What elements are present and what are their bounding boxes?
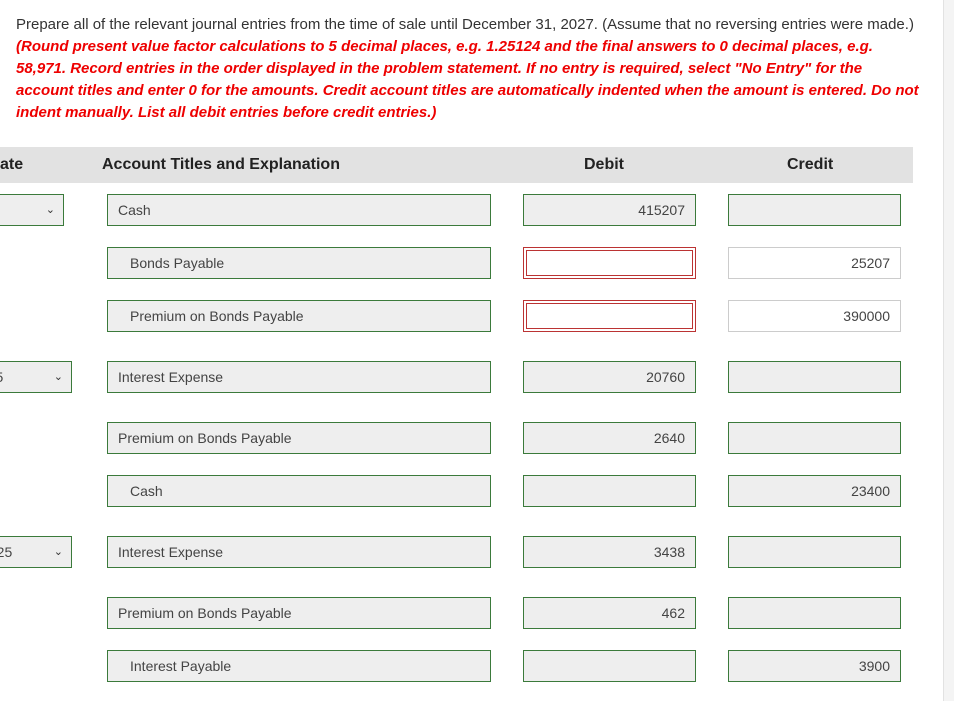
account-title-input[interactable]: Cash — [107, 475, 491, 507]
debit-input[interactable] — [523, 475, 696, 507]
account-title-input[interactable]: Premium on Bonds Payable — [107, 597, 491, 629]
chevron-down-icon: ⌄ — [53, 546, 63, 558]
table-row: 5⌄ Cash 415207 — [0, 194, 913, 226]
debit-input[interactable] — [523, 300, 696, 332]
account-title-input[interactable]: Interest Payable — [107, 650, 491, 682]
table-header: ate Account Titles and Explanation Debit… — [0, 147, 913, 183]
instructions-emphasis: (Round present value factor calculations… — [16, 38, 919, 121]
header-debit: Debit — [584, 156, 624, 173]
credit-input[interactable]: 390000 — [728, 300, 901, 332]
account-title-input[interactable]: Cash — [107, 194, 491, 226]
date-select[interactable]: '25 ⌄ — [0, 361, 72, 393]
account-title-input[interactable]: Premium on Bonds Payable — [107, 300, 491, 332]
debit-input[interactable]: 3438 — [523, 536, 696, 568]
credit-input[interactable] — [728, 194, 901, 226]
credit-input[interactable] — [728, 422, 901, 454]
header-account: Account Titles and Explanation — [102, 156, 340, 173]
table-row: Premium on Bonds Payable 2640 — [0, 422, 913, 454]
instructions: Prepare all of the relevant journal entr… — [16, 14, 921, 124]
debit-input[interactable]: 2640 — [523, 422, 696, 454]
debit-input[interactable] — [523, 650, 696, 682]
account-title-input[interactable]: Interest Expense — [107, 536, 491, 568]
scrollbar[interactable] — [943, 0, 954, 701]
credit-input[interactable] — [728, 536, 901, 568]
date-select[interactable]: 1/25 ⌄ — [0, 536, 72, 568]
date-value: 1/25 — [0, 544, 13, 560]
debit-input[interactable]: 462 — [523, 597, 696, 629]
header-date: ate — [0, 156, 24, 173]
account-title-input[interactable]: Interest Expense — [107, 361, 491, 393]
debit-input[interactable]: 20760 — [523, 361, 696, 393]
table-row: Interest Payable 3900 — [0, 650, 913, 682]
credit-input[interactable]: 25207 — [728, 247, 901, 279]
account-title-input[interactable]: Bonds Payable — [107, 247, 491, 279]
debit-input[interactable]: 415207 — [523, 194, 696, 226]
debit-input[interactable] — [523, 247, 696, 279]
credit-input[interactable] — [728, 597, 901, 629]
header-credit: Credit — [787, 156, 834, 173]
chevron-down-icon: ⌄ — [53, 371, 63, 383]
account-title-input[interactable]: Premium on Bonds Payable — [107, 422, 491, 454]
instructions-text: Prepare all of the relevant journal entr… — [16, 16, 914, 33]
credit-input[interactable] — [728, 361, 901, 393]
credit-input[interactable]: 23400 — [728, 475, 901, 507]
table-row: Bonds Payable 25207 — [0, 247, 913, 279]
table-row: 1/25 ⌄ Interest Expense 3438 — [0, 536, 913, 568]
date-value: '25 — [0, 369, 3, 385]
table-row: Premium on Bonds Payable 390000 — [0, 300, 913, 332]
credit-input[interactable]: 3900 — [728, 650, 901, 682]
table-row: '25 ⌄ Interest Expense 20760 — [0, 361, 913, 393]
chevron-down-icon: ⌄ — [45, 204, 55, 216]
date-select[interactable]: 5⌄ — [0, 194, 64, 226]
table-row: Cash 23400 — [0, 475, 913, 507]
table-row: Premium on Bonds Payable 462 — [0, 597, 913, 629]
